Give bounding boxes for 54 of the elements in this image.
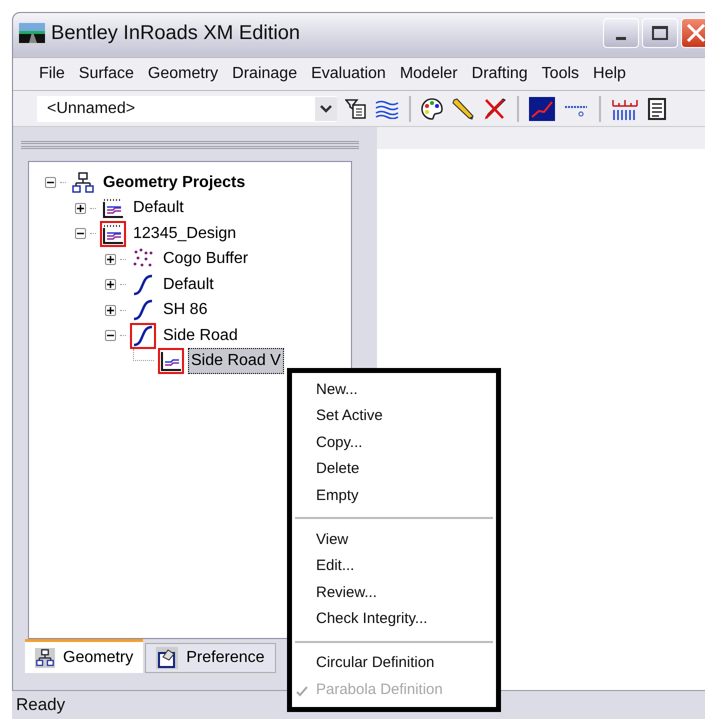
filter-list-icon[interactable] <box>345 98 367 120</box>
road-icon <box>19 23 45 43</box>
context-menu-item[interactable]: Edit... <box>292 553 496 580</box>
context-menu-item[interactable]: Check Integrity... <box>292 606 496 633</box>
expand-icon[interactable] <box>105 304 116 316</box>
expand-icon[interactable] <box>105 254 116 265</box>
collapse-icon[interactable] <box>75 228 86 240</box>
tree-item[interactable]: Default <box>160 272 217 298</box>
context-menu-item[interactable]: Set Active <box>292 403 496 430</box>
context-menu-item[interactable]: Delete <box>292 456 496 483</box>
pencil-delete-icon[interactable] <box>483 96 507 120</box>
menu-item[interactable]: Help <box>593 62 626 86</box>
collapse-icon[interactable] <box>105 330 116 342</box>
splitter-grip[interactable] <box>21 141 359 149</box>
wavy-lines-icon[interactable] <box>375 98 399 118</box>
expand-icon[interactable] <box>75 202 86 214</box>
tree-item[interactable]: Default <box>130 195 187 222</box>
menu-item[interactable]: Tools <box>542 62 580 86</box>
palette-icon[interactable] <box>421 98 443 120</box>
collapse-icon[interactable] <box>45 177 56 188</box>
menu-item[interactable]: Drainage <box>232 62 298 86</box>
minimize-button[interactable] <box>603 18 639 48</box>
tree-item[interactable]: SH 86 <box>160 297 210 324</box>
menu-item[interactable]: Drafting <box>472 62 528 86</box>
report-icon[interactable] <box>647 96 667 120</box>
tree-item[interactable]: Side Road <box>160 322 241 349</box>
context-menu-item[interactable]: New... <box>292 377 496 404</box>
menu-item[interactable]: Evaluation <box>311 62 386 86</box>
hierarchy-icon <box>35 648 55 668</box>
panel-tab[interactable]: Geometry <box>25 639 144 673</box>
document-icon <box>156 647 178 669</box>
context-menu-item[interactable]: Review... <box>292 580 496 606</box>
panel-tab[interactable]: Preference <box>145 643 276 673</box>
maximize-button[interactable] <box>642 18 678 48</box>
combo-value: <Unnamed> <box>47 98 136 118</box>
context-menu-item[interactable]: Circular Definition <box>292 650 496 677</box>
menu-item[interactable]: File <box>39 62 65 86</box>
profile-graph-icon[interactable] <box>529 96 555 120</box>
tree-item[interactable]: Cogo Buffer <box>160 246 252 272</box>
context-menu-item[interactable]: Copy... <box>292 430 496 456</box>
expand-icon[interactable] <box>105 279 116 290</box>
menu-item[interactable]: Geometry <box>148 62 218 86</box>
tree-item[interactable]: 12345_Design <box>130 220 240 247</box>
pencil-icon[interactable] <box>451 96 475 120</box>
context-menu-item[interactable]: Empty <box>292 482 496 509</box>
menu-item[interactable]: Modeler <box>400 62 458 86</box>
window-title: Bentley InRoads XM Edition <box>51 21 300 46</box>
menu-item[interactable]: Surface <box>78 62 134 86</box>
close-button[interactable] <box>681 18 705 48</box>
tree-item[interactable]: Side Road V <box>188 348 284 374</box>
tree-item[interactable]: Geometry Projects <box>100 170 248 196</box>
status-text: Ready <box>16 694 66 716</box>
context-menu-item[interactable]: View <box>292 526 496 554</box>
project-dropdown[interactable]: <Unnamed> <box>37 96 337 122</box>
